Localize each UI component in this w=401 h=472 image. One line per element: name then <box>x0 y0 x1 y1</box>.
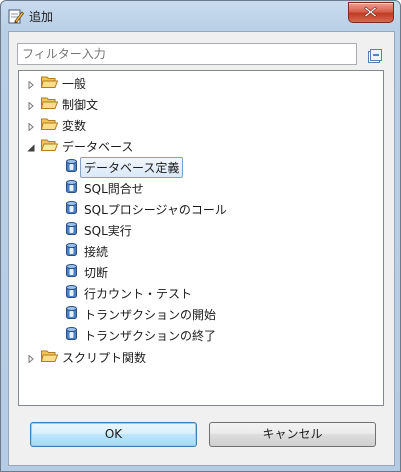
tree-item-label: SQL実行 <box>84 224 132 238</box>
folder-open-icon <box>40 138 59 152</box>
close-icon <box>364 6 377 18</box>
expand-arrow-icon[interactable] <box>27 78 35 90</box>
tree-item-sql-query[interactable]: SQL問合せ <box>19 177 383 197</box>
database-icon <box>66 327 77 341</box>
ok-button[interactable]: OK <box>30 422 197 447</box>
database-icon <box>66 201 77 215</box>
tree-item-transaction-end[interactable]: トランザクションの終了 <box>19 324 383 344</box>
folder-icon <box>40 349 59 363</box>
tree-folder-variables[interactable]: 変数 <box>19 114 383 134</box>
filter-input[interactable] <box>17 43 357 65</box>
tree-item-sql-procedure-call[interactable]: SQLプロシージャのコール <box>19 198 383 218</box>
folder-icon <box>40 96 59 110</box>
tree-folder-label: 制御文 <box>62 98 99 112</box>
database-icon <box>66 159 77 173</box>
tree-folder-general[interactable]: 一般 <box>19 72 383 92</box>
tree-item-label: トランザクションの開始 <box>84 308 217 322</box>
tree-item-connect[interactable]: 接続 <box>19 240 383 260</box>
database-icon <box>66 180 77 194</box>
tree-item-label: SQLプロシージャのコール <box>84 203 227 217</box>
window-title: 追加 <box>29 10 54 24</box>
collapse-arrow-icon[interactable] <box>27 141 35 152</box>
tree-item-label: データベース定義 <box>80 157 184 178</box>
tree-item-label: 行カウント・テスト <box>84 287 193 301</box>
tree-folder-database[interactable]: データベース <box>19 135 383 155</box>
tree-item-database-definition[interactable]: データベース定義 <box>19 156 383 178</box>
dialog-window: 追加 フィルター入力 一般 制御文 変数 データベース データベース定義 SQL… <box>0 0 401 472</box>
title-bar: 追加 <box>1 1 400 31</box>
database-icon <box>66 243 77 257</box>
folder-icon <box>40 75 59 89</box>
tree-item-transaction-begin[interactable]: トランザクションの開始 <box>19 303 383 323</box>
database-icon <box>66 264 77 278</box>
expand-arrow-icon[interactable] <box>27 120 35 132</box>
tree-item-label: SQL問合せ <box>84 182 144 196</box>
tree-folder-label: 一般 <box>62 77 87 91</box>
tree-folder-label: データベース <box>62 140 134 154</box>
tree-item-disconnect[interactable]: 切断 <box>19 261 383 281</box>
folder-icon <box>40 117 59 131</box>
cancel-button[interactable]: キャンセル <box>209 422 376 447</box>
tree-folder-control[interactable]: 制御文 <box>19 93 383 113</box>
close-button[interactable] <box>348 2 394 23</box>
expand-arrow-icon[interactable] <box>27 99 35 111</box>
tree-folder-label: スクリプト関数 <box>62 351 147 365</box>
dialog-client-area: 一般 制御文 <box>8 31 395 466</box>
database-icon <box>66 306 77 320</box>
tree-item-label: 切断 <box>84 266 109 280</box>
tree-view[interactable]: 一般 制御文 変数 データベース データベース定義 SQL問合せ SQLプロシー… <box>18 70 384 406</box>
tree-item-label: 接続 <box>84 245 109 259</box>
collapse-all-icon[interactable] <box>368 49 382 63</box>
tree-item-sql-execute[interactable]: SQL実行 <box>19 219 383 239</box>
tree-item-label: トランザクションの終了 <box>84 329 217 343</box>
tree-folder-label: 変数 <box>62 119 87 133</box>
database-icon <box>66 222 77 236</box>
database-icon <box>66 285 77 299</box>
edit-add-icon <box>8 8 25 24</box>
expand-arrow-icon[interactable] <box>27 352 35 364</box>
tree-item-row-count-test[interactable]: 行カウント・テスト <box>19 282 383 302</box>
tree-folder-script-functions[interactable]: スクリプト関数 <box>19 346 383 366</box>
